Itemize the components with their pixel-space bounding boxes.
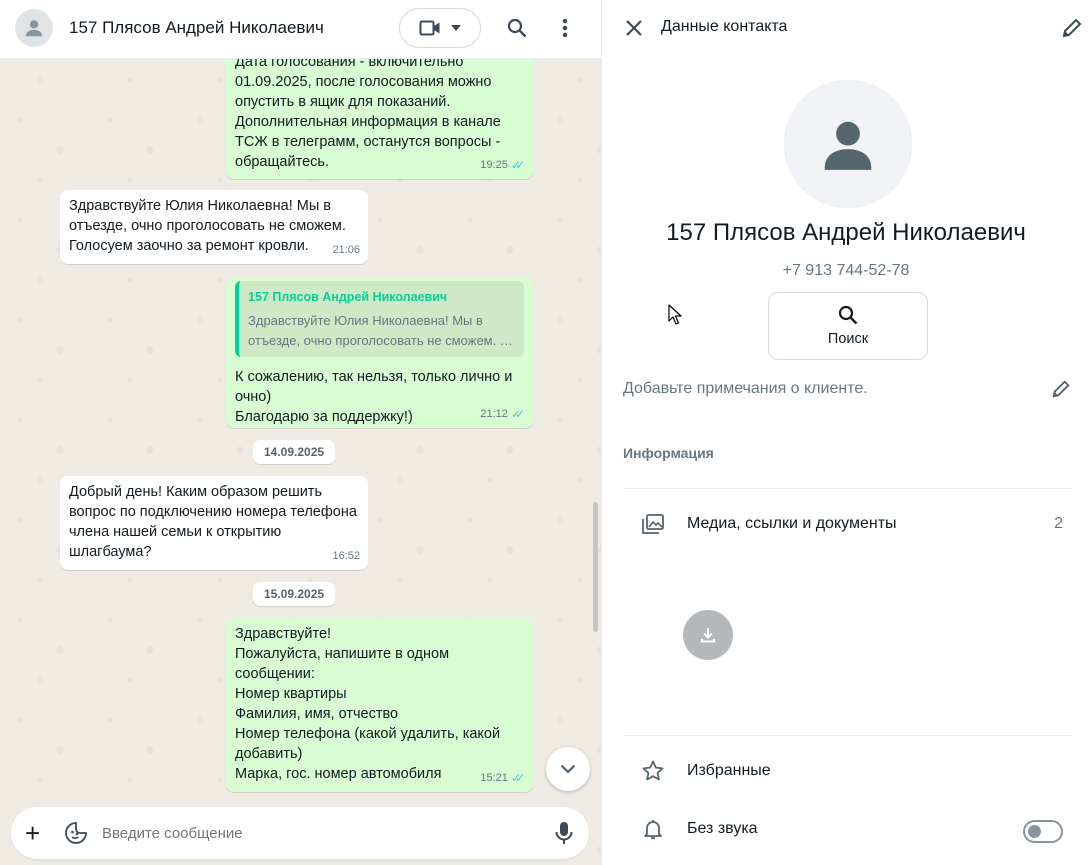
- message-time: 15:21 ✓✓: [480, 768, 525, 788]
- divider: [623, 735, 1073, 736]
- message-text: члена нашей семьи к открытию: [69, 524, 282, 540]
- message-composer: +: [11, 807, 589, 859]
- search-icon[interactable]: [505, 16, 529, 40]
- message-text: Фамилия, имя, отчество: [235, 706, 399, 722]
- message-text: добавить): [235, 746, 303, 762]
- message-outgoing[interactable]: Здравствуйте! Пожалуйста, напишите в одн…: [226, 618, 533, 792]
- star-icon: [642, 760, 664, 781]
- search-icon: [838, 305, 858, 325]
- message-text: 01.09.2025, после голосования можно: [235, 74, 492, 90]
- scrollbar-thumb[interactable]: [593, 502, 598, 632]
- message-text: Здравствуйте!: [235, 626, 332, 642]
- video-call-button[interactable]: [399, 8, 481, 48]
- read-ticks-icon: ✓✓: [510, 158, 525, 172]
- chat-pane: 157 Плясов Андрей Николаевич Дата голосо…: [0, 0, 601, 865]
- date-divider: 14.09.2025: [253, 440, 336, 464]
- bell-icon: [644, 820, 662, 839]
- mute-row[interactable]: Без звука: [623, 809, 1073, 849]
- message-incoming[interactable]: Здравствуйте Юлия Николаевна! Мы в отъез…: [60, 190, 368, 264]
- microphone-icon[interactable]: [554, 821, 574, 845]
- chevron-down-icon: [560, 764, 576, 774]
- more-options-icon[interactable]: [553, 16, 577, 40]
- message-text: К сожалению, так нельзя, только лично и: [235, 369, 513, 385]
- sticker-icon[interactable]: [64, 821, 88, 845]
- message-input[interactable]: [102, 824, 532, 842]
- read-ticks-icon: ✓✓: [510, 771, 525, 785]
- contact-avatar[interactable]: [15, 9, 53, 47]
- message-time: 21:06: [332, 244, 360, 256]
- message-time: 21:12 ✓✓: [480, 404, 525, 424]
- message-text: Здравствуйте Юлия Николаевна! Мы в: [69, 198, 331, 214]
- close-icon[interactable]: [622, 16, 646, 40]
- person-icon: [25, 20, 43, 37]
- message-text: опустить в ящик для показаний.: [235, 94, 451, 110]
- message-outgoing-reply[interactable]: 157 Плясов Андрей Николаевич Здравствуйт…: [226, 277, 533, 428]
- divider: [623, 488, 1073, 489]
- message-text: вопрос по подключению номера телефона: [69, 504, 357, 520]
- chevron-down-icon: [451, 25, 461, 31]
- message-text: шлагбаума?: [69, 544, 152, 560]
- favorites-row[interactable]: Избранные: [623, 751, 1073, 791]
- quoted-text: Здравствуйте Юлия Николаевна! Мы в отъез…: [248, 313, 513, 348]
- media-gallery-icon: [642, 514, 664, 534]
- edit-notes-pencil-icon[interactable]: [1050, 378, 1072, 400]
- attach-plus-icon[interactable]: +: [25, 820, 40, 846]
- video-camera-icon: [419, 20, 440, 36]
- message-text: Добрый день! Каким образом решить: [69, 484, 322, 500]
- panel-title: Данные контакта: [661, 18, 788, 35]
- scroll-down-button[interactable]: [546, 747, 590, 791]
- message-text: Голосуем заочно за ремонт кровли.: [69, 238, 309, 254]
- media-links-docs-row[interactable]: Медиа, ссылки и документы 2: [623, 504, 1073, 544]
- chat-header: 157 Плясов Андрей Николаевич: [0, 0, 601, 59]
- message-time: 16:52: [332, 550, 360, 562]
- toggle-knob: [1028, 825, 1041, 838]
- message-time: 19:25 ✓✓: [480, 155, 525, 175]
- contact-info-panel: Данные контакта 157 Плясов Андрей Никола…: [601, 0, 1089, 865]
- contact-name: 157 Плясов Андрей Николаевич: [666, 219, 1026, 246]
- contact-avatar-large[interactable]: [784, 80, 912, 208]
- media-label: Медиа, ссылки и документы: [687, 515, 897, 532]
- message-text: Номер квартиры: [235, 686, 347, 702]
- date-divider: 15.09.2025: [253, 582, 336, 606]
- chat-scrollbar[interactable]: [592, 62, 598, 802]
- download-button[interactable]: [683, 610, 733, 660]
- read-ticks-icon: ✓✓: [510, 407, 525, 421]
- search-label: Поиск: [827, 331, 869, 347]
- mute-label: Без звука: [687, 820, 758, 837]
- contact-phone: +7 913 744-52-78: [782, 262, 910, 279]
- message-text: ТСЖ в телеграмм, останутся вопросы -: [235, 134, 501, 150]
- message-incoming[interactable]: Добрый день! Каким образом решить вопрос…: [60, 476, 368, 570]
- edit-pencil-icon[interactable]: [1060, 16, 1084, 40]
- message-text: сообщении:: [235, 666, 315, 682]
- message-text: Номер телефона (какой удалить, какой: [235, 726, 501, 742]
- search-in-chat-button[interactable]: Поиск: [768, 292, 928, 360]
- message-text: Дополнительная информация в канале: [235, 114, 501, 130]
- media-count: 2: [1054, 515, 1063, 532]
- download-icon: [701, 628, 715, 643]
- message-text: Пожалуйста, напишите в одном: [235, 646, 450, 662]
- person-icon: [824, 121, 872, 170]
- message-text: отъезде, очно проголосовать не сможем.: [69, 218, 346, 234]
- mute-toggle[interactable]: [1023, 820, 1063, 843]
- quoted-author: 157 Плясов Андрей Николаевич: [248, 290, 448, 304]
- chat-title[interactable]: 157 Плясов Андрей Николаевич: [69, 18, 324, 38]
- favorites-label: Избранные: [687, 762, 771, 779]
- notes-field[interactable]: Добавьте примечания о клиенте.: [623, 380, 868, 398]
- mouse-cursor-icon: [668, 304, 682, 325]
- section-heading-info: Информация: [623, 445, 714, 461]
- message-outgoing[interactable]: Дата голосования - включительно 01.09.20…: [226, 46, 533, 179]
- quoted-message[interactable]: 157 Плясов Андрей Николаевич Здравствуйт…: [235, 281, 524, 357]
